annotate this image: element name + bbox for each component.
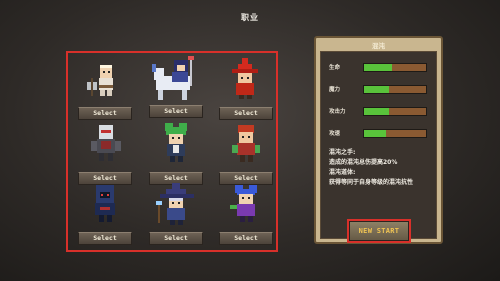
screen-title: 职业 <box>241 13 259 22</box>
knight-rider-sprite-icon <box>152 56 194 100</box>
stat-bar-fill <box>364 86 389 93</box>
character-card-wizard[interactable]: Select <box>146 183 206 245</box>
stat-bar <box>363 63 427 72</box>
stat-bar <box>363 129 427 138</box>
new-start-button[interactable]: NEW START <box>347 219 411 243</box>
warrior-sprite-icon <box>87 65 113 96</box>
select-button[interactable]: Select <box>78 232 132 245</box>
stat-row-hp: 生命 <box>329 62 439 73</box>
stat-label: 攻击力 <box>329 109 346 115</box>
blue-hair-sprite-icon <box>230 185 257 222</box>
character-card-red-hair[interactable]: Select <box>216 123 276 185</box>
character-card-knight-rider[interactable]: Select <box>146 56 206 118</box>
character-card-blue-hair[interactable]: Select <box>216 183 276 245</box>
stat-bar <box>363 85 427 94</box>
select-button[interactable]: Select <box>149 232 203 245</box>
character-card-hooded-ninja[interactable]: Select <box>75 183 135 245</box>
stat-row-attack: 攻击力 <box>329 106 439 117</box>
stat-bar-fill <box>364 130 386 137</box>
stat-label: 魔力 <box>329 87 341 93</box>
skill-description: 混沌之手: 造成的混沌总伤提高20% 混沌道体: 获得等同于自身等级的混沌抗性 <box>329 148 437 188</box>
green-hair-sprite-icon <box>165 123 187 162</box>
class-info-body: 生命 魔力 攻击力 攻速 混沌之手: 造成的混沌总伤提高20% 混沌道体: 获得… <box>320 51 437 239</box>
select-button[interactable]: Select <box>149 105 203 118</box>
new-start-label: NEW START <box>349 221 409 241</box>
skill-effect: 获得等同于自身等级的混沌抗性 <box>329 179 414 186</box>
red-witch-sprite-icon <box>232 58 258 99</box>
skill-name: 混沌道体: <box>329 169 356 176</box>
robot-sprite-icon <box>91 125 121 161</box>
skill-effect: 造成的混沌总伤提高20% <box>329 159 398 166</box>
wizard-sprite-icon <box>156 183 194 225</box>
skill-name: 混沌之手: <box>329 149 356 156</box>
class-info-panel: 混沌 生命 魔力 攻击力 攻速 混沌之手: 造成的混沌总伤提高20% 混沌道体:… <box>314 36 443 244</box>
character-card-warrior[interactable]: Select <box>75 58 135 120</box>
stat-bar-fill <box>364 108 389 115</box>
character-card-robot[interactable]: Select <box>75 123 135 185</box>
select-button[interactable]: Select <box>219 107 273 120</box>
character-card-green-hair[interactable]: Select <box>146 123 206 185</box>
hooded-ninja-sprite-icon <box>95 185 115 222</box>
red-hair-sprite-icon <box>232 125 260 162</box>
stat-row-attack-speed: 攻速 <box>329 128 439 139</box>
select-button[interactable]: Select <box>78 107 132 120</box>
stat-label: 攻速 <box>329 131 341 137</box>
stat-bar-fill <box>364 64 392 71</box>
character-card-red-witch[interactable]: Select <box>216 58 276 120</box>
stat-bar <box>363 107 427 116</box>
stat-label: 生命 <box>329 65 341 71</box>
class-name: 混沌 <box>372 42 385 50</box>
stat-row-mana: 魔力 <box>329 84 439 95</box>
select-button[interactable]: Select <box>219 232 273 245</box>
